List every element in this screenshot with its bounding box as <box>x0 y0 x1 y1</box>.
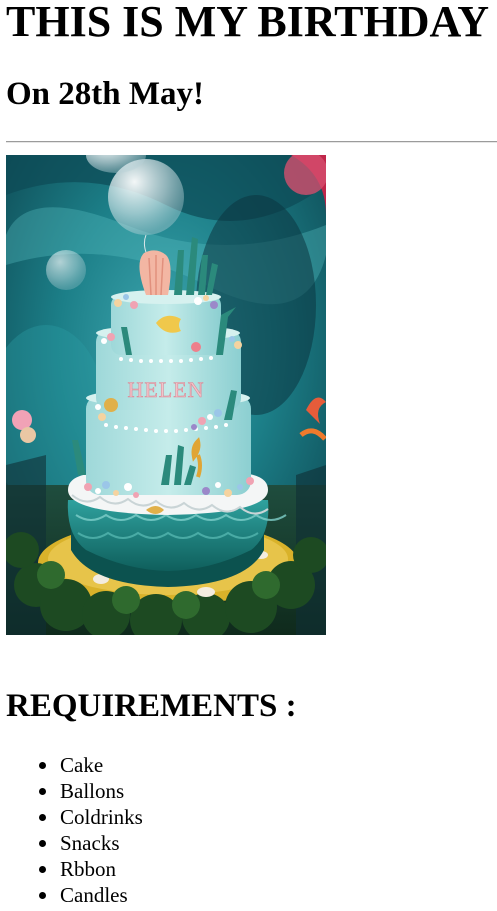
page-subtitle: On 28th May! <box>6 76 204 112</box>
requirements-list: Cake Ballons Coldrinks Snacks Rbbon Cand… <box>0 752 143 908</box>
list-item: Rbbon <box>0 856 143 882</box>
requirements-heading: REQUIREMENTS : <box>6 688 297 724</box>
bullet-icon <box>39 814 46 821</box>
bullet-icon <box>39 788 46 795</box>
bullet-icon <box>39 840 46 847</box>
list-item: Cake <box>0 752 143 778</box>
list-item-label: Snacks <box>60 831 120 855</box>
cake-lettering: HELEN <box>127 377 204 402</box>
bullet-icon <box>39 762 46 769</box>
list-item-label: Cake <box>60 753 104 777</box>
bullet-icon <box>39 892 46 899</box>
list-item-label: Candles <box>60 883 128 907</box>
list-item-label: Ballons <box>60 779 125 803</box>
list-item-label: Coldrinks <box>60 805 143 829</box>
birthday-cake-image: HELEN <box>6 155 326 635</box>
bullet-icon <box>39 866 46 873</box>
page-title: THIS IS MY BIRTHDAY <box>6 0 489 46</box>
list-item: Candles <box>0 882 143 908</box>
list-item: Snacks <box>0 830 143 856</box>
horizontal-rule <box>6 141 497 143</box>
list-item: Coldrinks <box>0 804 143 830</box>
list-item: Ballons <box>0 778 143 804</box>
list-item-label: Rbbon <box>60 857 117 881</box>
